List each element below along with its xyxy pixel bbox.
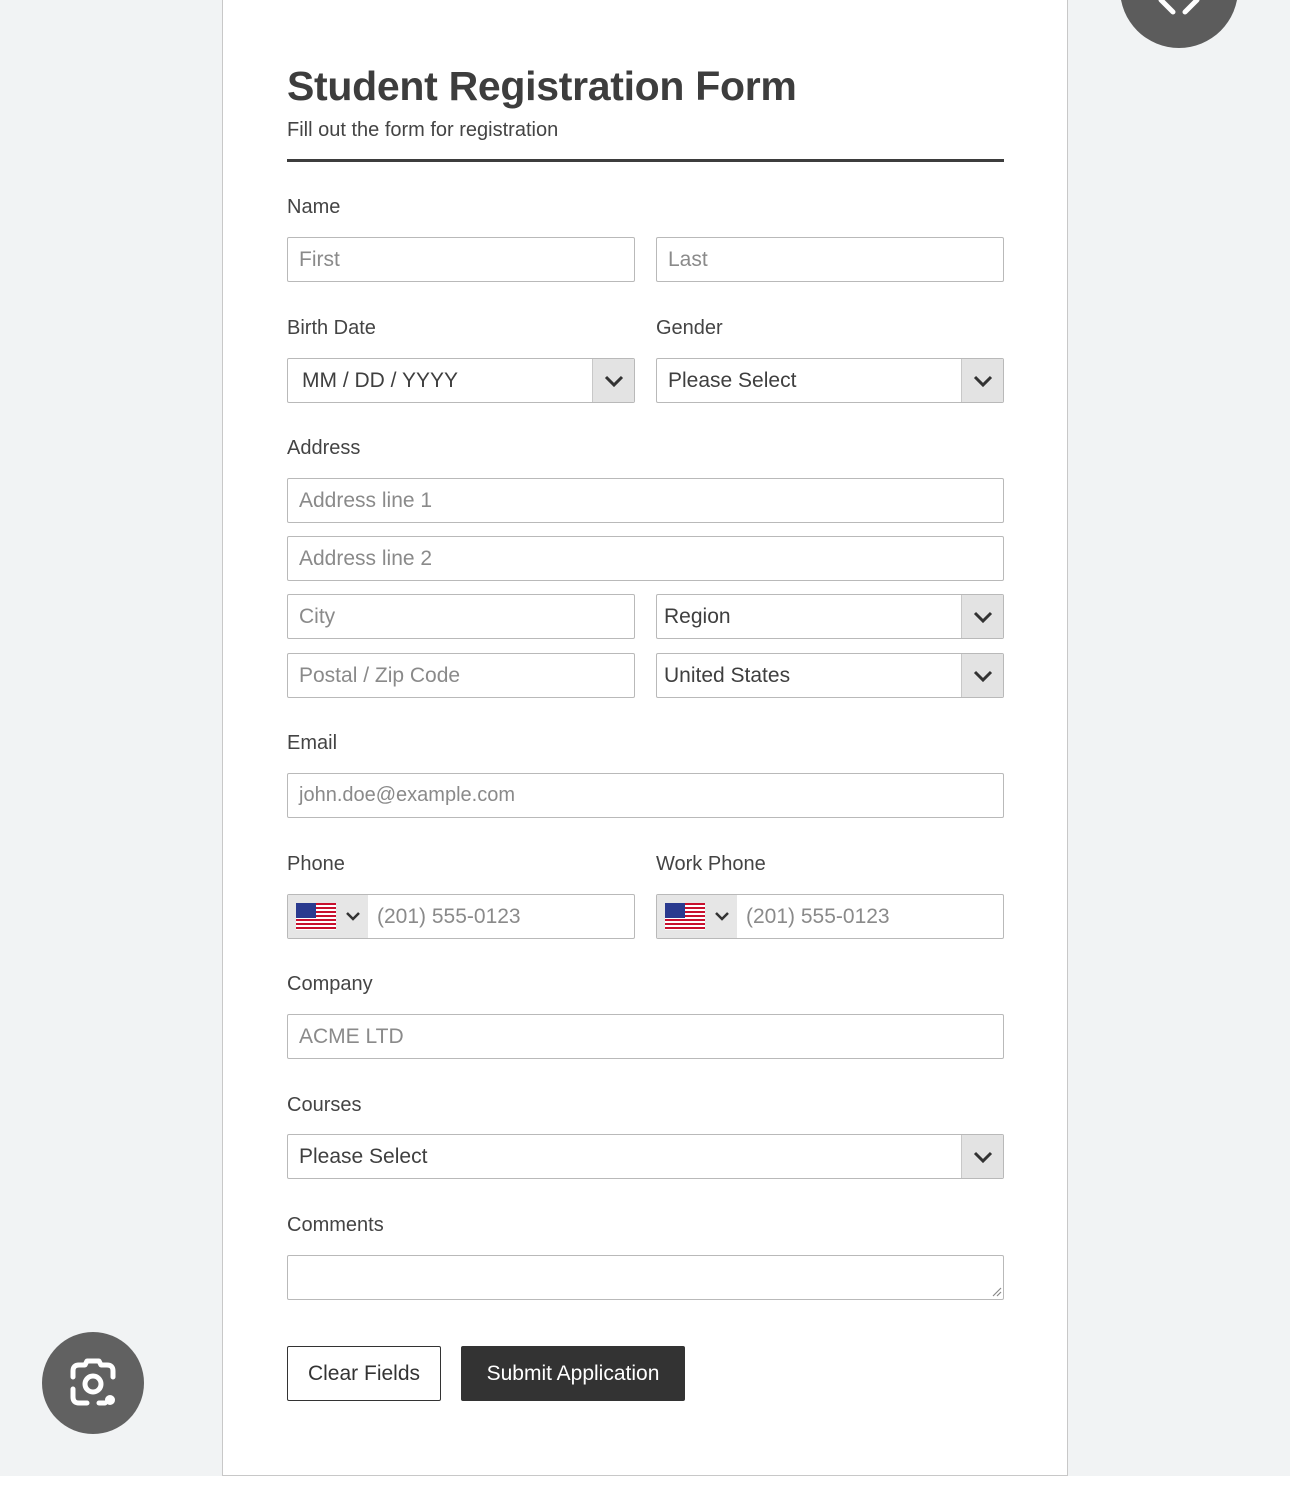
chevron-down-icon[interactable] [592, 359, 634, 402]
postal-code-input[interactable] [287, 653, 635, 698]
comments-label: Comments [287, 1214, 384, 1236]
region-select[interactable]: Region [656, 594, 1004, 639]
gender-label: Gender [656, 317, 723, 339]
gender-selected-value: Please Select [668, 369, 797, 392]
region-selected-value: Region [664, 605, 731, 628]
birth-date-picker[interactable]: MM / DD / YYYY [287, 358, 635, 403]
camera-search-icon [70, 1358, 116, 1406]
chevron-down-icon [715, 912, 729, 921]
country-selected-value: United States [664, 664, 791, 687]
chevron-down-icon[interactable] [961, 595, 1003, 638]
courses-label: Courses [287, 1094, 362, 1116]
title-divider [287, 159, 1004, 162]
email-input[interactable] [287, 773, 1004, 818]
work-phone-field[interactable] [656, 894, 1004, 939]
close-icon [1158, 0, 1200, 15]
phone-field[interactable] [287, 894, 635, 939]
us-flag-icon [665, 903, 705, 930]
submit-application-button[interactable]: Submit Application [461, 1346, 685, 1401]
resize-handle-icon[interactable] [991, 1286, 1002, 1297]
lens-button[interactable] [42, 1332, 144, 1434]
gender-select[interactable]: Please Select [656, 358, 1004, 403]
phone-input[interactable] [377, 895, 521, 938]
company-label: Company [287, 973, 373, 995]
courses-selected-value: Please Select [299, 1145, 428, 1168]
courses-select[interactable]: Please Select [287, 1134, 1004, 1179]
right-margin [1175, 0, 1290, 1476]
left-margin [0, 0, 116, 1476]
country-select[interactable]: United States [656, 653, 1004, 698]
name-label: Name [287, 196, 341, 218]
form-title: Student Registration Form [287, 63, 797, 109]
phone-country-code-select[interactable] [288, 895, 368, 938]
chevron-down-icon [346, 912, 360, 921]
phone-label: Phone [287, 853, 345, 875]
us-flag-icon [296, 903, 336, 930]
registration-form-card: Student Registration Form Fill out the f… [222, 0, 1068, 1476]
first-name-input[interactable] [287, 237, 635, 282]
work-phone-label: Work Phone [656, 853, 766, 875]
chevron-down-icon[interactable] [961, 1135, 1003, 1178]
last-name-input[interactable] [656, 237, 1004, 282]
form-subtitle: Fill out the form for registration [287, 119, 559, 141]
company-input[interactable] [287, 1014, 1004, 1059]
chevron-down-icon[interactable] [961, 654, 1003, 697]
work-phone-country-code-select[interactable] [657, 895, 737, 938]
email-label: Email [287, 732, 338, 754]
work-phone-input[interactable] [746, 895, 890, 938]
chevron-down-icon[interactable] [961, 359, 1003, 402]
address-label: Address [287, 437, 361, 459]
address-line1-input[interactable] [287, 478, 1004, 523]
birth-date-label: Birth Date [287, 317, 376, 339]
clear-fields-button[interactable]: Clear Fields [287, 1346, 441, 1401]
birth-date-placeholder: MM / DD / YYYY [302, 369, 458, 392]
city-input[interactable] [287, 594, 635, 639]
bottom-strip [0, 1476, 1290, 1495]
address-line2-input[interactable] [287, 536, 1004, 581]
comments-textarea[interactable] [287, 1255, 1004, 1300]
